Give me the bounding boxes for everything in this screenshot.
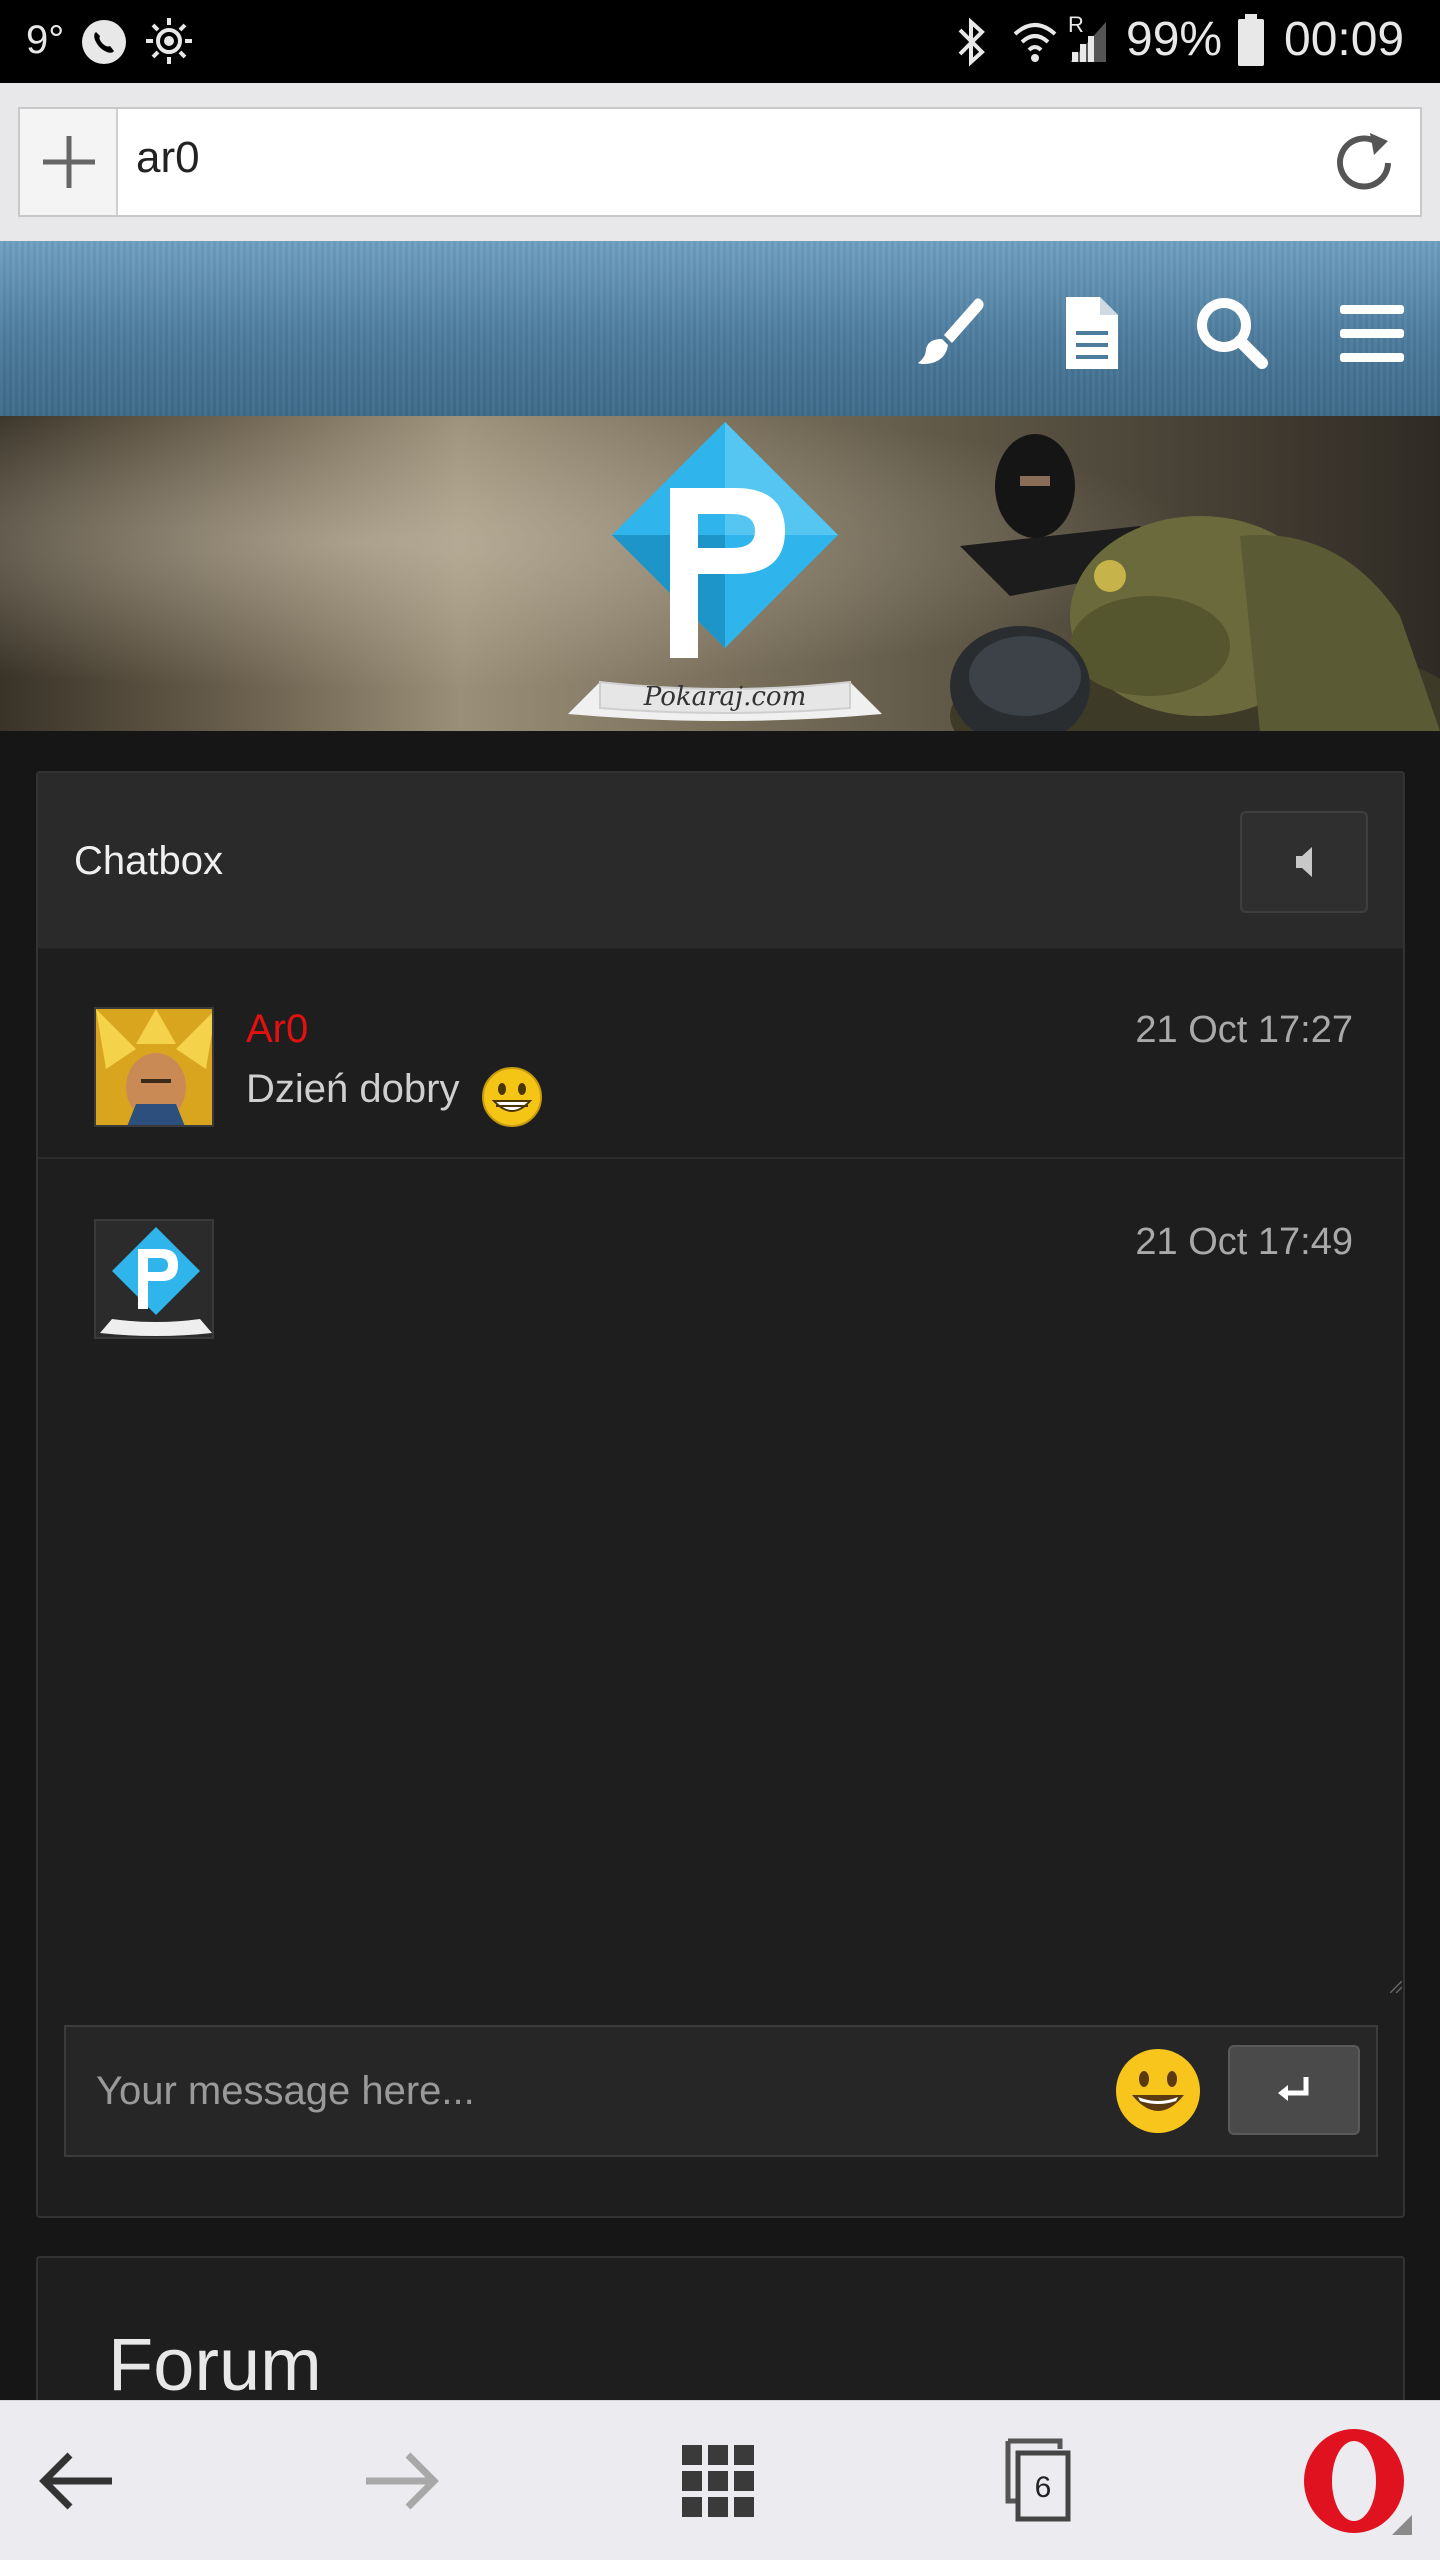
pokaraj-logo[interactable]: Pokaraj.com xyxy=(560,416,890,731)
logo-caption: Pokaraj.com xyxy=(643,682,806,712)
message-form xyxy=(64,2025,1378,2157)
browser-toolbar: ar0 xyxy=(0,83,1440,241)
message-author[interactable]: Ar0 xyxy=(246,1007,308,1052)
sound-toggle-button[interactable] xyxy=(1240,811,1368,913)
forward-arrow-icon[interactable] xyxy=(350,2431,450,2531)
plus-icon xyxy=(43,136,95,188)
back-arrow-icon[interactable] xyxy=(28,2431,128,2531)
user-avatar[interactable] xyxy=(94,1007,214,1127)
message-timestamp: 21 Oct 17:49 xyxy=(1135,1221,1353,1263)
send-button[interactable] xyxy=(1228,2045,1360,2135)
status-bar: 9° R 99% 00:09 xyxy=(0,0,1440,83)
chatbox-panel: Chatbox Ar0 21 Oct 17:27 Dzień dobry 21 … xyxy=(36,771,1405,2218)
chat-message: 21 Oct 17:49 xyxy=(38,1161,1403,1761)
tab-count: 6 xyxy=(1034,2471,1052,2504)
opera-menu-icon[interactable] xyxy=(1300,2423,1420,2543)
reload-button[interactable] xyxy=(1328,127,1400,199)
brightness-icon xyxy=(146,18,192,64)
speaker-icon xyxy=(1296,847,1312,877)
emoji-picker-button[interactable] xyxy=(1114,2047,1202,2135)
battery-percent: 99% xyxy=(1126,13,1223,66)
battery-icon xyxy=(1238,14,1264,66)
clock: 00:09 xyxy=(1284,13,1405,66)
message-timestamp: 21 Oct 17:27 xyxy=(1135,1009,1353,1051)
signal-icon xyxy=(1070,22,1106,62)
soldier-illustration xyxy=(950,434,1440,731)
search-icon[interactable] xyxy=(1192,293,1272,373)
temperature-text: 9° xyxy=(26,18,65,62)
grinning-emoji-icon xyxy=(482,1067,542,1127)
chatbox-title: Chatbox xyxy=(74,839,223,883)
avatar-image xyxy=(96,1009,212,1125)
reload-icon xyxy=(1337,133,1391,190)
paintbrush-icon[interactable] xyxy=(912,293,992,373)
enter-icon xyxy=(1278,2077,1309,2101)
document-icon[interactable] xyxy=(1052,293,1132,373)
pokaraj-avatar-image xyxy=(96,1221,212,1337)
message-input[interactable] xyxy=(68,2029,1108,2153)
site-banner[interactable]: Pokaraj.com xyxy=(0,416,1440,731)
chat-message: Ar0 21 Oct 17:27 Dzień dobry xyxy=(38,949,1403,1159)
speed-dial-grid-icon[interactable] xyxy=(668,2431,768,2531)
smiley-icon xyxy=(1116,2049,1200,2133)
new-tab-button[interactable] xyxy=(20,109,118,215)
forum-title: Forum xyxy=(108,2323,322,2406)
hamburger-menu-icon[interactable] xyxy=(1332,293,1412,373)
resize-handle[interactable] xyxy=(1390,1981,1402,1993)
address-text[interactable]: ar0 xyxy=(136,133,200,183)
message-text: Dzień dobry xyxy=(246,1067,460,1111)
bluetooth-icon xyxy=(958,17,985,67)
browser-bottom-bar: 6 xyxy=(0,2400,1440,2560)
user-avatar[interactable] xyxy=(94,1219,214,1339)
tabs-button[interactable]: 6 xyxy=(990,2431,1090,2531)
address-bar[interactable]: ar0 xyxy=(18,107,1422,217)
chatbox-header: Chatbox xyxy=(38,773,1403,949)
site-navbar xyxy=(0,241,1440,416)
phone-call-icon xyxy=(82,20,126,64)
wifi-icon xyxy=(1013,23,1057,62)
